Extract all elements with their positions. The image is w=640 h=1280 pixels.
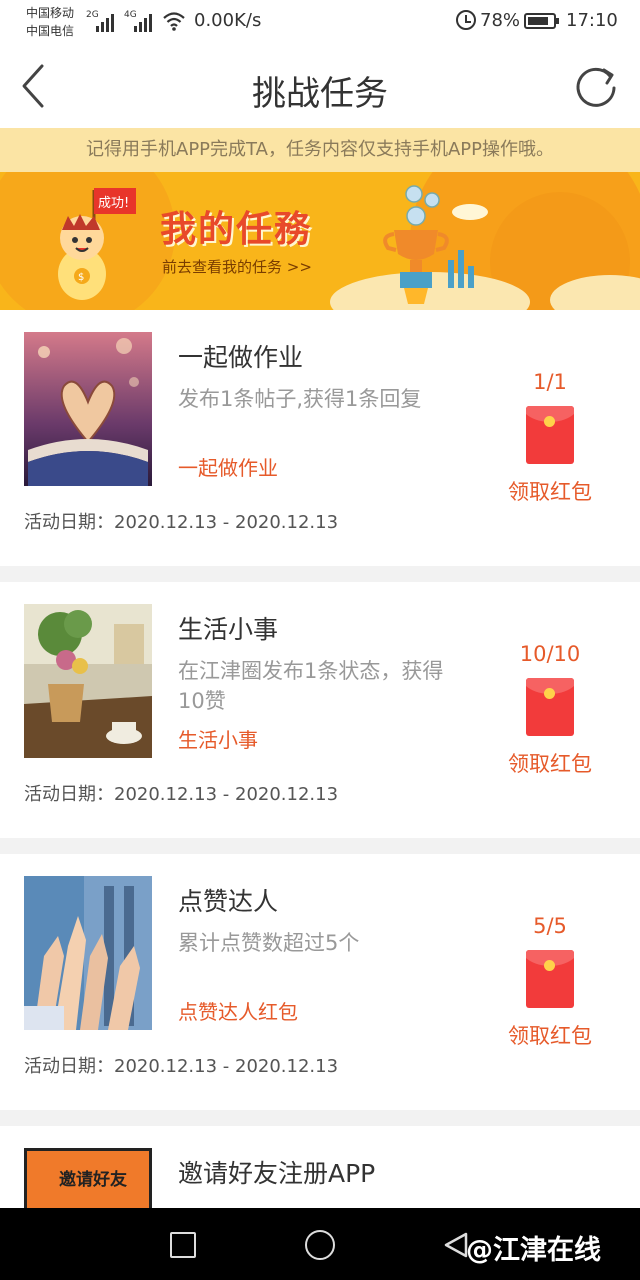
task-link[interactable]: 一起做作业 [178, 452, 278, 481]
carrier-info: 中国移动 中国电信 [26, 4, 74, 40]
task-card[interactable]: 生活小事 在江津圈发布1条状态，获得10赞 生活小事 活动日期：2020.12.… [0, 582, 640, 838]
battery-percent: 78% [480, 10, 521, 31]
claim-red-packet-button[interactable]: 领取红包 [490, 1020, 610, 1050]
task-card[interactable]: 邀请好友 邀请好友注册APP [0, 1126, 640, 1208]
task-title: 点赞达人 [178, 887, 279, 916]
task-description: 在江津圈发布1条状态，获得10赞 [178, 659, 444, 713]
banner-title: 我的任務 [160, 209, 313, 250]
task-description: 累计点赞数超过5个 [178, 931, 360, 955]
task-card[interactable]: 点赞达人 累计点赞数超过5个 点赞达人红包 活动日期：2020.12.13 - … [0, 854, 640, 1110]
network-speed: 0.00K/s [194, 10, 262, 31]
banner-badge-text: 成功! [98, 196, 129, 211]
mascot-icon: 成功! $ [58, 188, 136, 300]
carrier-1: 中国移动 [26, 6, 75, 20]
home-button[interactable] [305, 1230, 335, 1260]
refresh-button[interactable] [570, 60, 622, 112]
claim-red-packet-button[interactable]: 领取红包 [490, 476, 610, 506]
status-bar: 中国移动 中国电信 2G 4G 0.00K/s 78% 17:10 [0, 0, 640, 44]
wifi-icon [163, 12, 185, 31]
task-title: 邀请好友注册APP [178, 1159, 376, 1188]
task-date: 活动日期：2020.12.13 - 2020.12.13 [24, 512, 339, 533]
signal-icon [134, 12, 156, 32]
task-title: 一起做作业 [178, 343, 304, 372]
trophy-icon [383, 185, 474, 304]
task-card[interactable]: 一起做作业 发布1条帖子,获得1条回复 一起做作业 活动日期：2020.12.1… [0, 310, 640, 566]
task-date: 活动日期：2020.12.13 - 2020.12.13 [24, 784, 339, 805]
task-link[interactable]: 生活小事 [178, 724, 258, 753]
task-description: 发布1条帖子,获得1条回复 [178, 387, 422, 411]
task-progress: 1/1 [533, 370, 567, 394]
task-date: 活动日期：2020.12.13 - 2020.12.13 [24, 1056, 339, 1077]
red-envelope-icon[interactable] [526, 678, 574, 736]
task-progress: 5/5 [533, 914, 567, 938]
red-envelope-icon[interactable] [526, 406, 574, 464]
page-title: 挑战任务 [252, 74, 388, 114]
carrier-2: 中国电信 [26, 24, 75, 38]
system-nav-bar: @江津在线 [0, 1208, 640, 1280]
claim-red-packet-button[interactable]: 领取红包 [490, 748, 610, 778]
invite-image-text: 邀请好友 [59, 1170, 127, 1190]
task-title: 生活小事 [178, 615, 279, 644]
alarm-icon [456, 10, 476, 30]
task-image-book-heart [24, 332, 152, 486]
banner-subtitle[interactable]: 前去查看我的任务 >> [162, 256, 312, 277]
signal-icon [96, 12, 118, 32]
svg-text:$: $ [78, 272, 84, 283]
battery-icon [524, 13, 559, 29]
red-envelope-icon[interactable] [526, 950, 574, 1008]
clock: 17:10 [566, 10, 618, 31]
my-tasks-banner[interactable]: 成功! $ 我的任務 前去查看我的任务 >> [0, 172, 640, 310]
task-image-invite-friends: 邀请好友 [24, 1148, 152, 1208]
app-header: 挑战任务 [0, 44, 640, 128]
recents-button[interactable] [170, 1232, 196, 1258]
task-progress: 10/10 [519, 642, 581, 666]
watermark: @江津在线 [466, 1235, 601, 1266]
notice-bar: 记得用手机APP完成TA，任务内容仅支持手机APP操作哦。 [0, 128, 640, 172]
task-image-thumbs-up [24, 876, 152, 1030]
task-link[interactable]: 点赞达人红包 [178, 996, 298, 1025]
task-image-flowers-coffee [24, 604, 152, 758]
